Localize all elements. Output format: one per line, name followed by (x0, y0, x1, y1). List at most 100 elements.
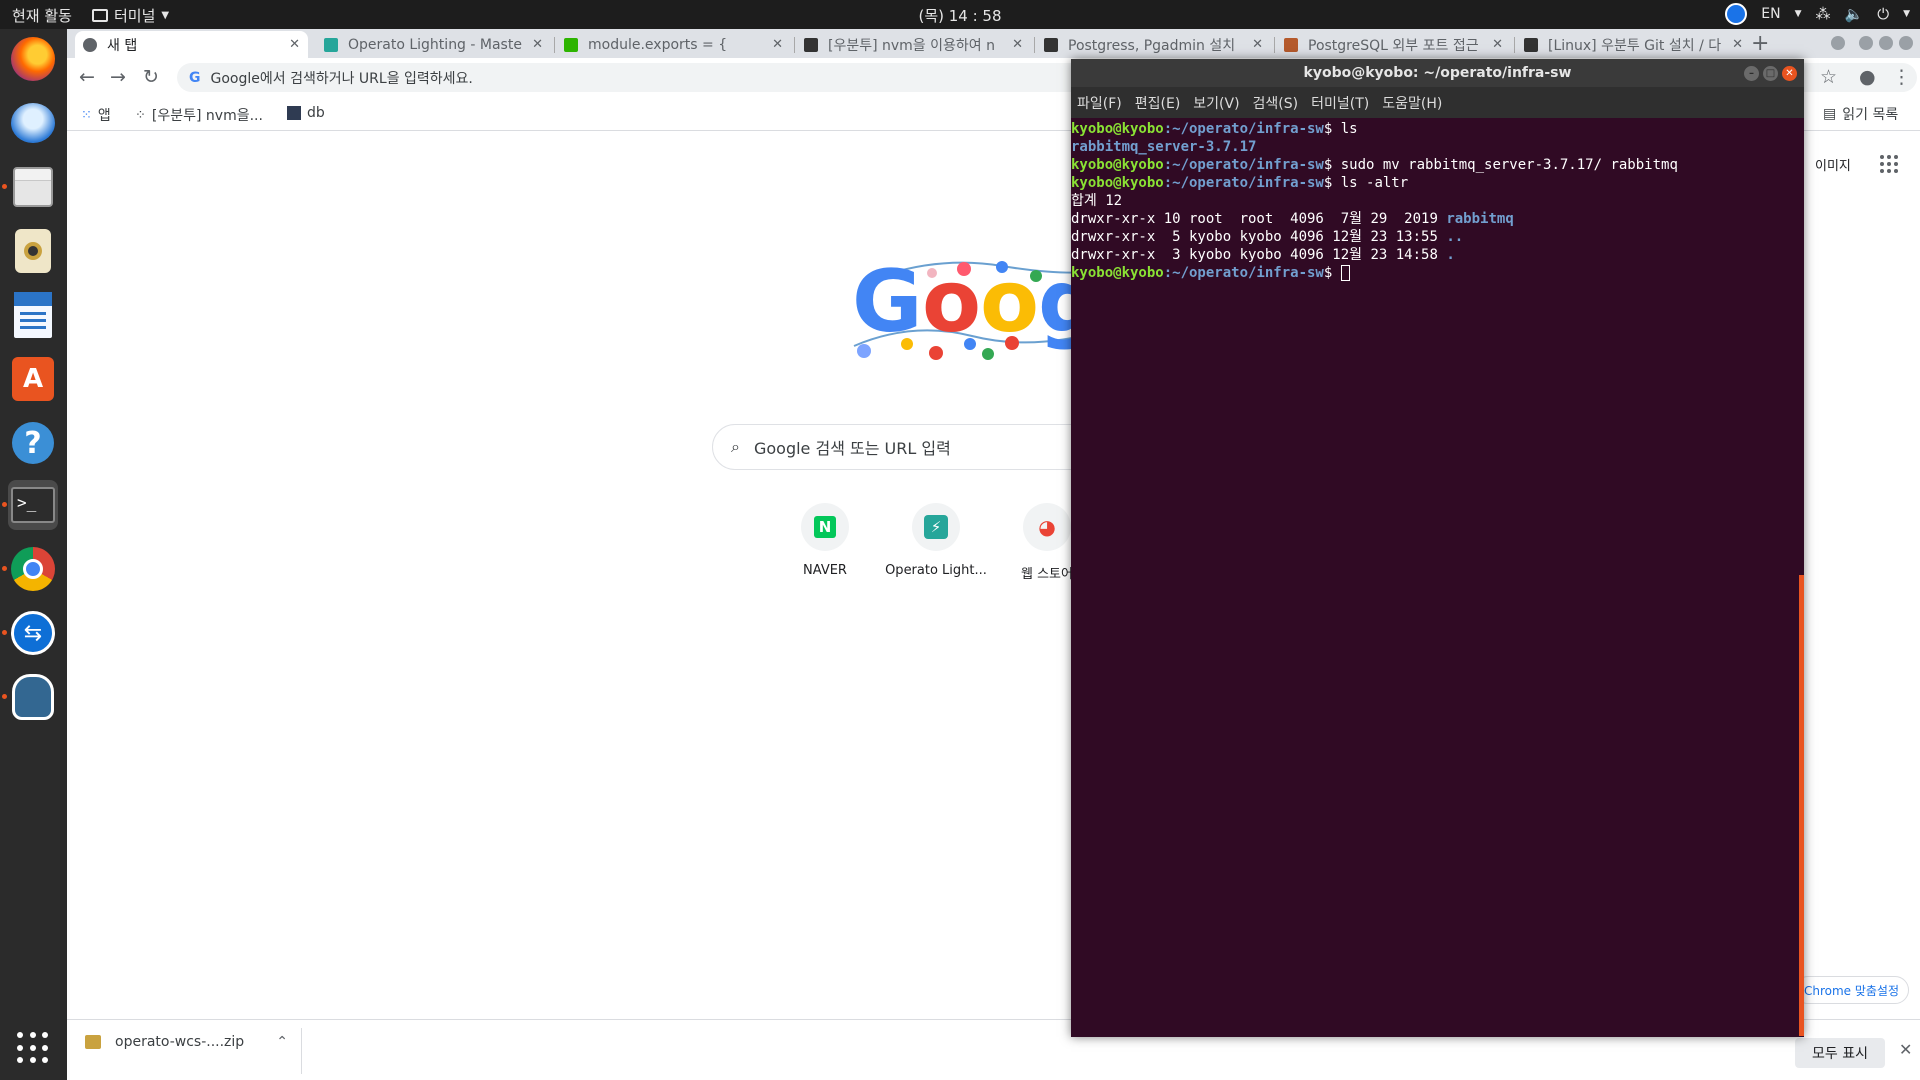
terminal-line: rabbitmq_server-3.7.17 (1071, 139, 1257, 155)
images-link[interactable]: 이미지 (1815, 155, 1851, 174)
writer-icon (14, 292, 52, 338)
terminal-line: kyobo@kyobo:~/operato/infra-sw$ (1071, 264, 1804, 282)
close-window-icon[interactable] (1899, 36, 1913, 50)
menu-file[interactable]: 파일(F) (1077, 93, 1122, 113)
dock-terminal[interactable]: >_ (8, 480, 58, 530)
customize-chrome-button[interactable]: Chrome 맞춤설정 (1794, 976, 1909, 1004)
zip-file-icon (85, 1035, 101, 1049)
shortcut-naver[interactable]: N NAVER (770, 503, 880, 578)
menu-kebab-icon[interactable]: ⋮ (1892, 66, 1911, 88)
terminal-window: kyobo@kyobo: ~/operato/infra-sw – □ ✕ 파일… (1071, 59, 1804, 1037)
minimize-icon[interactable] (1859, 36, 1873, 50)
bookmark-nvm[interactable]: ⁘ [우분투] nvm을... (135, 105, 263, 125)
files-icon (13, 167, 53, 207)
maximize-icon[interactable]: □ (1763, 66, 1778, 81)
blog-icon (1524, 37, 1538, 52)
download-item[interactable]: operato-wcs-....zip ⌃ (85, 1034, 288, 1050)
terminal-titlebar[interactable]: kyobo@kyobo: ~/operato/infra-sw – □ ✕ (1071, 59, 1804, 87)
customize-label: Chrome 맞춤설정 (1803, 983, 1900, 998)
window-title: kyobo@kyobo: ~/operato/infra-sw (1303, 65, 1572, 81)
tistory-icon (1044, 37, 1058, 52)
tab-postgresql-port[interactable]: PostgreSQL 외부 포트 접근 ✕ (1276, 31, 1511, 58)
search-placeholder: Google 검색 또는 URL 입력 (753, 439, 951, 458)
language-indicator[interactable]: EN (1761, 6, 1780, 22)
close-icon[interactable]: ✕ (532, 37, 543, 52)
top-bar: 현재 활동 터미널 ▼ (목) 14 : 58 EN ▼ ⁂ 🔈 ⏻ ▼ (0, 0, 1920, 29)
reading-list-button[interactable]: ▤ 읽기 목록 (1823, 97, 1898, 131)
tistory-icon: ⁘ (135, 107, 146, 123)
terminal-line: drwxr-xr-x 5 kyobo kyobo 4096 12월 23 13:… (1071, 229, 1464, 245)
power-icon[interactable]: ⏻ (1877, 5, 1889, 23)
running-indicator (2, 694, 7, 699)
google-doodle[interactable]: G o o g (852, 251, 1102, 371)
tab-module-exports[interactable]: module.exports = { ✕ (556, 31, 791, 58)
menu-search[interactable]: 검색(S) (1253, 93, 1299, 113)
bookmark-apps[interactable]: ⁙ 앱 (81, 105, 111, 125)
terminal-output[interactable]: kyobo@kyobo:~/operato/infra-sw$ ls rabbi… (1071, 118, 1804, 1037)
terminal-line: drwxr-xr-x 3 kyobo kyobo 4096 12월 23 14:… (1071, 247, 1455, 263)
tab-operato-lighting[interactable]: Operato Lighting - Maste ✕ (316, 31, 551, 58)
close-icon[interactable]: ✕ (1732, 37, 1743, 52)
tab-postgress-pgadmin[interactable]: Postgress, Pgadmin 설치 ✕ (1036, 31, 1271, 58)
close-icon[interactable]: ✕ (289, 37, 300, 52)
new-tab-button[interactable]: + (1751, 31, 1769, 56)
tab-title: [우분투] nvm을 이용하여 n (828, 37, 995, 54)
close-icon[interactable]: ✕ (772, 37, 783, 52)
tab-nvm-ubuntu[interactable]: [우분투] nvm을 이용하여 n ✕ (796, 31, 1031, 58)
close-icon[interactable]: ✕ (1782, 66, 1797, 81)
close-icon[interactable]: ✕ (1492, 37, 1503, 52)
clock[interactable]: (목) 14 : 58 (0, 5, 1920, 26)
terminal-scrollbar[interactable] (1799, 575, 1804, 1036)
chrome-web-store-icon: ◕ (1023, 503, 1071, 551)
bookmark-star-icon[interactable]: ☆ (1820, 66, 1837, 88)
network-icon[interactable]: ⁂ (1816, 5, 1831, 23)
close-icon[interactable]: ✕ (1899, 1040, 1912, 1059)
chevron-down-icon: ▼ (1903, 9, 1910, 19)
terminal-line: kyobo@kyobo:~/operato/infra-sw$ sudo mv … (1071, 157, 1678, 173)
minimize-icon[interactable]: – (1744, 66, 1759, 81)
show-applications-icon[interactable] (17, 1032, 49, 1064)
tab-new-tab[interactable]: 새 탭 ✕ (75, 31, 308, 58)
dock-rhythmbox[interactable] (8, 226, 58, 276)
dock-firefox[interactable] (8, 34, 58, 84)
dock-writer[interactable] (8, 290, 58, 340)
profile-icon[interactable]: ● (1859, 66, 1876, 88)
forward-icon[interactable]: → (110, 66, 126, 88)
dock-thunderbird[interactable] (8, 98, 58, 148)
tab-title: [Linux] 우분투 Git 설치 / 다 (1548, 37, 1722, 54)
menu-help[interactable]: 도움말(H) (1382, 93, 1442, 113)
bookmark-db[interactable]: db (287, 105, 325, 121)
menu-terminal[interactable]: 터미널(T) (1311, 93, 1369, 113)
tab-search-icon[interactable] (1831, 36, 1845, 50)
dock-files[interactable] (8, 162, 58, 212)
dock-help[interactable]: ? (8, 418, 58, 468)
dock-pgadmin[interactable] (8, 672, 58, 722)
rhythmbox-icon (15, 229, 51, 273)
postgresql-elephant-icon (12, 674, 54, 720)
chevron-up-icon[interactable]: ⌃ (276, 1034, 288, 1050)
google-apps-icon[interactable] (1880, 155, 1898, 173)
dock-software[interactable]: A (8, 354, 58, 404)
shortcut-operato[interactable]: ⚡ Operato Light... (881, 503, 991, 578)
menu-view[interactable]: 보기(V) (1193, 93, 1239, 113)
back-icon[interactable]: ← (79, 66, 95, 88)
firefox-icon (11, 37, 55, 81)
show-all-button[interactable]: 모두 표시 (1795, 1038, 1885, 1068)
tistory-icon (804, 37, 818, 52)
terminal-line: 합계 12 (1071, 193, 1123, 209)
maximize-icon[interactable] (1879, 36, 1893, 50)
ntp-search-box[interactable]: ⌕ Google 검색 또는 URL 입력 (712, 424, 1132, 470)
chevron-down-icon: ▼ (1794, 9, 1802, 19)
dock-teamviewer[interactable]: ⇆ (8, 608, 58, 658)
reload-icon[interactable]: ↻ (143, 66, 159, 88)
dock-chrome[interactable] (8, 544, 58, 594)
teamviewer-tray-icon[interactable] (1725, 3, 1748, 25)
close-icon[interactable]: ✕ (1012, 37, 1023, 52)
menu-edit[interactable]: 편집(E) (1135, 93, 1181, 113)
shortcut-label: Operato Light... (885, 563, 987, 578)
close-icon[interactable]: ✕ (1252, 37, 1263, 52)
terminal-line: kyobo@kyobo:~/operato/infra-sw$ ls -altr (1071, 175, 1409, 191)
volume-icon[interactable]: 🔈 (1845, 5, 1864, 23)
teamviewer-icon: ⇆ (11, 611, 55, 655)
tab-linux-git[interactable]: [Linux] 우분투 Git 설치 / 다 ✕ (1516, 31, 1751, 58)
